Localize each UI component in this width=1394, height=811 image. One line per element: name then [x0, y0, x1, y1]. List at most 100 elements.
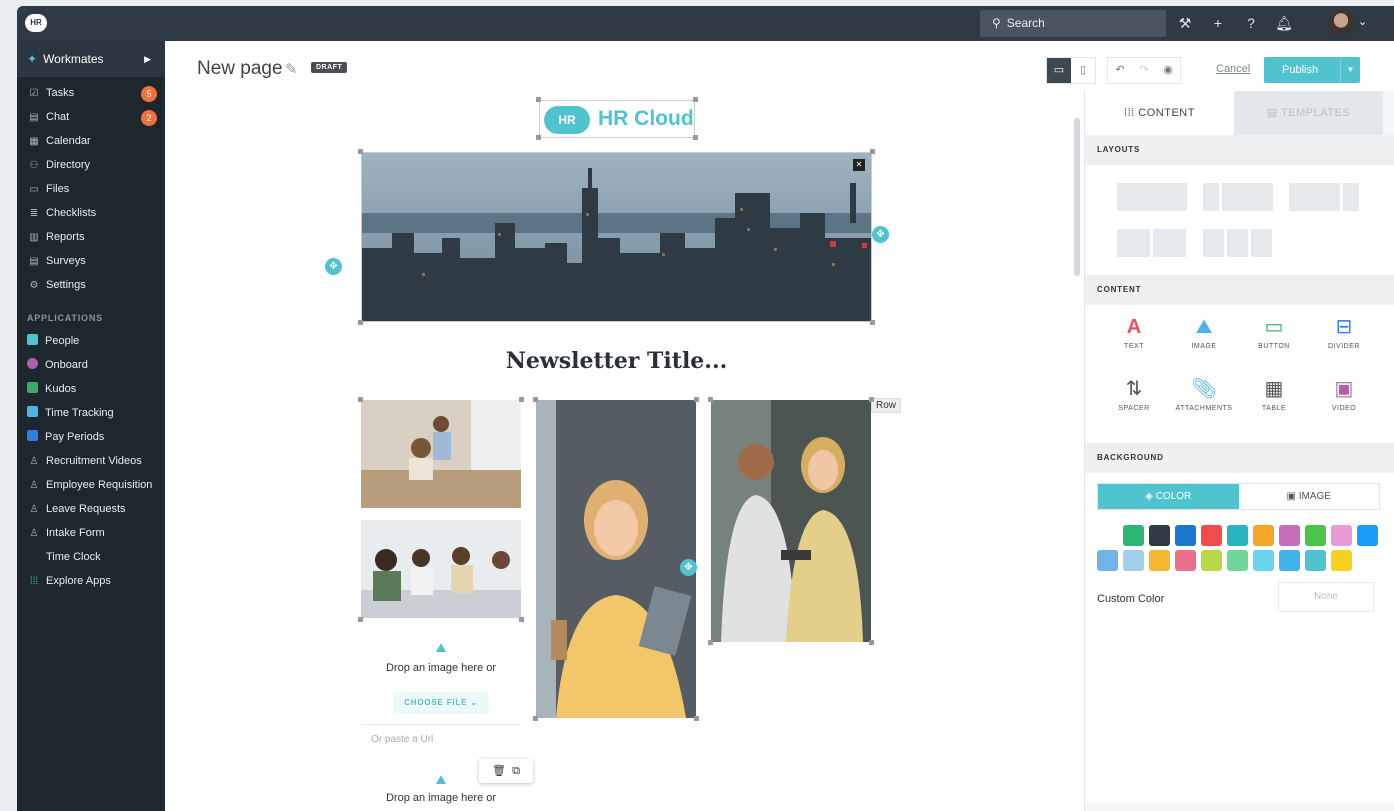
sidebar-item-checklists[interactable]: ≣ Checklists: [17, 201, 165, 225]
close-icon[interactable]: ✕: [853, 159, 865, 171]
chevron-down-icon[interactable]: ⌄: [1358, 15, 1367, 28]
pencil-icon[interactable]: ✎: [285, 60, 298, 78]
resize-handle[interactable]: [693, 135, 698, 140]
woman-tablet-photo[interactable]: [536, 400, 696, 718]
layout-2-col[interactable]: [1203, 183, 1273, 211]
video-block[interactable]: ▣ VIDEO: [1309, 375, 1379, 412]
desktop-icon[interactable]: ▭: [1047, 58, 1071, 83]
layout-2-equal[interactable]: [1117, 229, 1186, 257]
move-handle-icon[interactable]: ✥: [325, 258, 342, 275]
team-photo-1[interactable]: [361, 400, 521, 508]
resize-handle[interactable]: [869, 397, 874, 402]
resize-handle[interactable]: [358, 617, 363, 622]
resize-handle[interactable]: [708, 640, 713, 645]
button-block[interactable]: ▭ BUTTON: [1239, 313, 1309, 350]
resize-handle[interactable]: [694, 397, 699, 402]
color-swatch[interactable]: [1227, 525, 1248, 546]
sidebar-item-employee-requisition[interactable]: ♙ Employee Requisition: [17, 473, 165, 497]
sidebar-item-files[interactable]: ▭ Files: [17, 177, 165, 201]
resize-handle[interactable]: [533, 716, 538, 721]
publish-button[interactable]: Publish ▼: [1264, 57, 1360, 83]
mobile-icon[interactable]: ▯: [1071, 58, 1095, 83]
help-icon[interactable]: ?: [1241, 12, 1261, 34]
sidebar-item-time-clock[interactable]: Time Clock: [17, 545, 165, 569]
color-swatch[interactable]: [1279, 525, 1300, 546]
color-swatch[interactable]: [1175, 525, 1196, 546]
color-swatch[interactable]: [1331, 525, 1352, 546]
sidebar-item-calendar[interactable]: ▦ Calendar: [17, 129, 165, 153]
cancel-button[interactable]: Cancel: [1216, 63, 1250, 75]
color-swatch[interactable]: [1123, 550, 1144, 571]
chevron-down-icon[interactable]: ▼: [1340, 57, 1360, 83]
color-swatch[interactable]: [1253, 550, 1274, 571]
resize-handle[interactable]: [519, 397, 524, 402]
sidebar-item-people[interactable]: People: [17, 329, 165, 353]
resize-handle[interactable]: [358, 149, 363, 154]
color-swatch[interactable]: [1331, 550, 1352, 571]
spacer-block[interactable]: ⇅ SPACER: [1099, 375, 1169, 412]
image-drop-zone-2[interactable]: ⛰ Drop an image here or: [361, 772, 521, 804]
resize-handle[interactable]: [870, 149, 875, 154]
resize-handle[interactable]: [693, 97, 698, 102]
color-swatch[interactable]: [1253, 525, 1274, 546]
move-handle-icon[interactable]: ✥: [680, 559, 697, 576]
move-handle-icon[interactable]: ✥: [872, 226, 889, 243]
tab-templates[interactable]: ▤ TEMPLATES: [1234, 91, 1383, 135]
color-swatch[interactable]: [1097, 550, 1118, 571]
resize-handle[interactable]: [694, 716, 699, 721]
attachments-block[interactable]: 📎︎ ATTACHMENTS: [1169, 375, 1239, 412]
custom-color-input[interactable]: None: [1278, 582, 1374, 612]
wrench-icon[interactable]: ⚒: [1175, 12, 1195, 34]
sidebar-item-explore-apps[interactable]: ⁞⁞⁞ Explore Apps: [17, 569, 165, 593]
canvas-scrollbar[interactable]: [1074, 118, 1080, 276]
image-drop-zone[interactable]: ⛰ Drop an image here or: [361, 640, 521, 674]
paste-url-input[interactable]: Or paste a Url: [361, 724, 521, 754]
sidebar-item-intake-form[interactable]: ♙ Intake Form: [17, 521, 165, 545]
sidebar-item-onboard[interactable]: Onboard: [17, 353, 165, 377]
color-swatch[interactable]: [1305, 525, 1326, 546]
sidebar-item-recruitment-videos[interactable]: ♙ Recruitment Videos: [17, 449, 165, 473]
sidebar-item-reports[interactable]: ▥ Reports: [17, 225, 165, 249]
hero-image[interactable]: [361, 152, 872, 322]
resize-handle[interactable]: [358, 320, 363, 325]
resize-handle[interactable]: [536, 97, 541, 102]
tab-bg-image[interactable]: ▣ IMAGE: [1239, 484, 1380, 509]
avatar[interactable]: [1328, 10, 1354, 36]
color-swatch[interactable]: [1201, 550, 1222, 571]
resize-handle[interactable]: [536, 135, 541, 140]
bell-icon[interactable]: 🔔︎: [1274, 12, 1294, 34]
color-swatch[interactable]: [1357, 525, 1378, 546]
color-swatch[interactable]: [1305, 550, 1326, 571]
image-block[interactable]: ⛰ IMAGE: [1169, 313, 1239, 350]
sidebar-item-time-tracking[interactable]: Time Tracking: [17, 401, 165, 425]
color-swatch[interactable]: [1201, 525, 1222, 546]
page-title[interactable]: New page: [197, 58, 283, 80]
newsletter-title[interactable]: Newsletter Title...: [361, 348, 872, 374]
resize-handle[interactable]: [358, 397, 363, 402]
sidebar-item-kudos[interactable]: Kudos: [17, 377, 165, 401]
sidebar-item-settings[interactable]: ⚙ Settings: [17, 273, 165, 297]
resize-handle[interactable]: [869, 640, 874, 645]
undo-icon[interactable]: ↶: [1108, 58, 1132, 83]
search-input[interactable]: ⚲ Search: [980, 10, 1166, 37]
app-logo[interactable]: HR: [25, 14, 47, 32]
sidebar-item-chat[interactable]: ▤ Chat 2: [17, 105, 165, 129]
workspace-switcher[interactable]: ✦ Workmates ▶: [17, 41, 165, 77]
tab-content[interactable]: ⁞⁞⁞ CONTENT: [1085, 91, 1234, 135]
color-swatch[interactable]: [1149, 550, 1170, 571]
color-swatch[interactable]: [1175, 550, 1196, 571]
divider-block[interactable]: ⊟ DIVIDER: [1309, 313, 1379, 350]
sidebar-item-tasks[interactable]: ☑ Tasks 5: [17, 81, 165, 105]
resize-handle[interactable]: [870, 320, 875, 325]
plus-icon[interactable]: +: [1208, 12, 1228, 34]
layout-1-col[interactable]: [1117, 183, 1187, 211]
redo-icon[interactable]: ↷: [1132, 58, 1156, 83]
resize-handle[interactable]: [519, 617, 524, 622]
tab-bg-color[interactable]: ◈ COLOR: [1098, 484, 1239, 509]
text-block[interactable]: A TEXT: [1099, 313, 1169, 350]
color-swatch[interactable]: [1123, 525, 1144, 546]
color-swatch[interactable]: [1097, 525, 1118, 546]
sidebar-item-pay-periods[interactable]: Pay Periods: [17, 425, 165, 449]
layout-3-col[interactable]: [1203, 229, 1272, 257]
color-swatch[interactable]: [1279, 550, 1300, 571]
